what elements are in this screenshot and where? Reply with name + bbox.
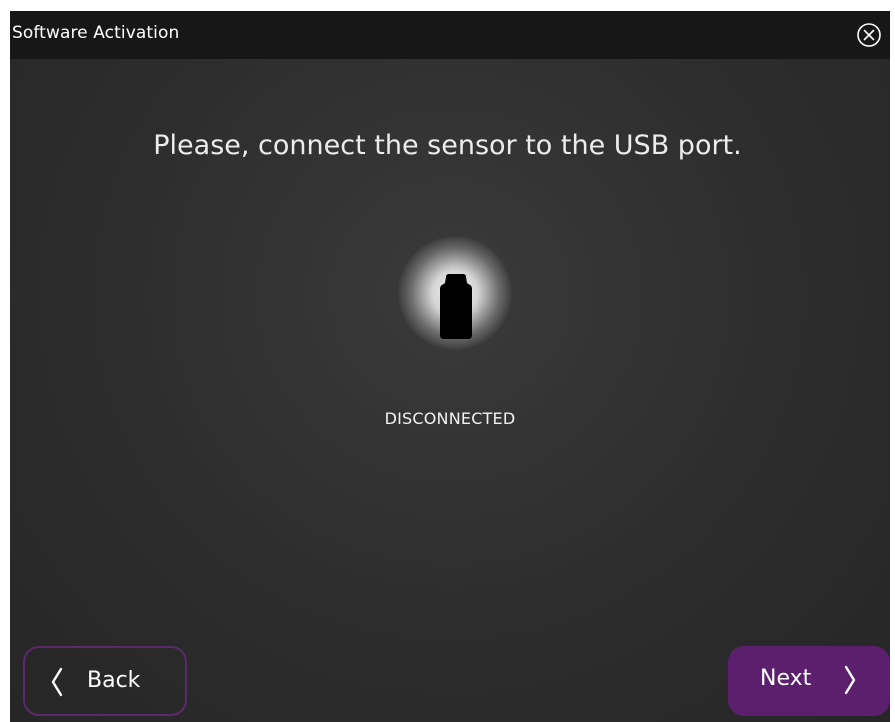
back-button-label: Back: [87, 668, 141, 693]
back-button[interactable]: Back: [23, 646, 187, 716]
close-button[interactable]: [856, 22, 882, 48]
chevron-right-icon: [844, 665, 856, 695]
next-button-label: Next: [760, 666, 812, 691]
instruction-heading: Please, connect the sensor to the USB po…: [153, 130, 742, 161]
window-title: Software Activation: [12, 23, 180, 43]
usb-sensor-icon: [434, 273, 478, 341]
next-button[interactable]: Next: [728, 646, 890, 716]
software-activation-window: Software Activation Please, connect the …: [10, 11, 890, 722]
close-circle-icon: [857, 23, 881, 47]
title-bar: Software Activation: [10, 11, 890, 59]
connection-status: DISCONNECTED: [384, 409, 516, 428]
chevron-left-icon: [51, 667, 63, 697]
